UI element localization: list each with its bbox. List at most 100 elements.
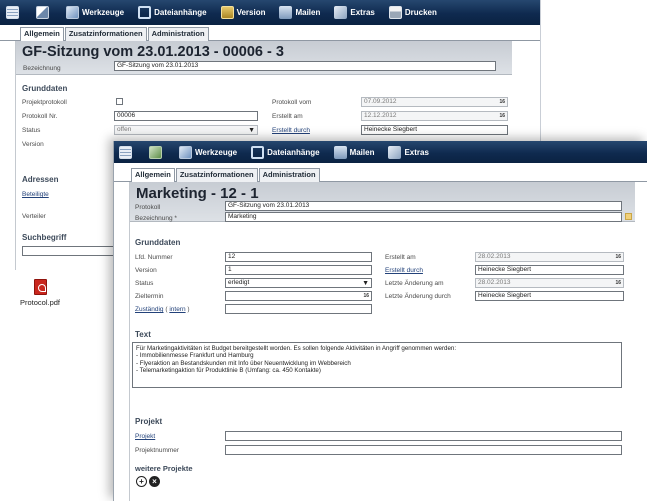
printer-icon	[388, 6, 402, 19]
status-label: Status	[135, 280, 154, 287]
protokoll-field[interactable]: GF-Sitzung vom 23.01.2013	[225, 201, 622, 211]
paperclip-icon	[138, 6, 152, 19]
list-icon	[119, 145, 132, 159]
version-field[interactable]: 1	[225, 265, 372, 275]
calendar-icon: 16	[615, 254, 621, 260]
attachment-file[interactable]: Protocol.pdf	[17, 279, 63, 307]
tab-allgemein[interactable]: Allgemein	[131, 168, 175, 183]
paperclip-icon	[251, 145, 265, 159]
letzte-aenderung-am-label: Letzte Änderung am	[385, 280, 444, 287]
projektnummer-field[interactable]	[225, 445, 622, 455]
protokoll-nr-field[interactable]: 00006	[114, 111, 258, 121]
toolbar: Werkzeuge Dateianhänge Version Mailen Ex…	[0, 0, 540, 25]
tab-bar: Allgemein Zusatzinformationen Administrati…	[0, 27, 540, 42]
calendar-icon: 16	[363, 293, 369, 299]
list-view-button[interactable]	[6, 6, 22, 19]
tools-icon	[179, 145, 192, 159]
suchbegriff-field[interactable]	[22, 246, 122, 256]
mail-menu[interactable]: Mailen	[333, 145, 374, 159]
status-select[interactable]: erledigt ▼	[225, 278, 372, 288]
erstellt-durch-field[interactable]: Heinecke Siegbert	[361, 125, 508, 135]
version-label: Version	[22, 141, 44, 148]
protokoll-vom-label: Protokoll vom	[272, 99, 312, 106]
tab-bar: Allgemein Zusatzinformationen Administrati…	[114, 168, 647, 183]
text-area[interactable]: Für Marketingaktivitäten ist Budget bere…	[132, 342, 622, 388]
attachments-menu[interactable]: Dateianhänge	[138, 6, 207, 19]
projektprotokoll-label: Projektprotokoll	[22, 99, 67, 106]
text-line: - Immobilienmesse Frankfurt und Hamburg	[136, 352, 254, 360]
print-button[interactable]: Drucken	[388, 6, 437, 19]
erstellt-durch-link[interactable]: Erstellt durch	[272, 127, 310, 134]
save-check-button[interactable]	[149, 145, 165, 159]
lfd-nummer-field[interactable]: 12	[225, 252, 372, 262]
form-header: Marketing - 12 - 1 Protokoll GF-Sitzung …	[130, 182, 635, 222]
calendar-icon: 16	[615, 280, 621, 286]
list-view-button[interactable]	[119, 145, 135, 159]
edit-button[interactable]	[36, 6, 52, 19]
form-header: GF-Sitzung vom 23.01.2013 - 00006 - 3 Be…	[16, 41, 512, 75]
calendar-icon: 16	[499, 113, 505, 119]
mail-menu[interactable]: Mailen	[279, 6, 320, 19]
protokoll-nr-label: Protokoll Nr.	[22, 113, 58, 120]
text-line: - Telemarketingaktion für Produktlinie B…	[136, 367, 321, 375]
version-menu[interactable]: Version	[220, 6, 265, 19]
bezeichnung-field[interactable]: GF-Sitzung vom 23.01.2013	[114, 61, 496, 71]
suchbegriff-heading: Suchbegriff	[22, 233, 67, 242]
lfd-nummer-label: Lfd. Nummer	[135, 254, 173, 261]
text-line: - Flyeraktion an Bestandskunden mit Info…	[136, 359, 351, 367]
toolbar: Werkzeuge Dateianhänge Mailen Extras	[114, 141, 647, 163]
chevron-down-icon: ▼	[362, 280, 369, 287]
bezeichnung-label: Bezeichnung	[23, 65, 61, 72]
erstellt-am-label: Erstellt am	[385, 254, 416, 261]
tools-menu[interactable]: Werkzeuge	[66, 6, 124, 19]
zustaendig-field[interactable]	[225, 304, 372, 314]
verteiler-label: Verteiler	[22, 213, 46, 220]
tab-zusatzinformationen[interactable]: Zusatzinformationen	[175, 168, 258, 182]
bezeichnung-label: Bezeichnung *	[135, 215, 177, 222]
zustaendig-link[interactable]: Zuständig	[135, 306, 164, 313]
letzte-aenderung-am-field[interactable]: 28.02.2013 16	[475, 278, 624, 288]
protokoll-vom-field[interactable]: 07.09.2012 16	[361, 97, 508, 107]
erstellt-durch-link[interactable]: Erstellt durch	[385, 267, 423, 274]
projektprotokoll-checkbox[interactable]	[116, 98, 123, 105]
bezeichnung-field[interactable]: Marketing	[225, 212, 622, 222]
status-label: Status	[22, 127, 41, 134]
tab-administration[interactable]: Administration	[147, 27, 209, 41]
remove-project-icon[interactable]: ×	[149, 476, 160, 487]
version-icon	[220, 6, 234, 19]
projekt-heading: Projekt	[135, 417, 163, 426]
letzte-aenderung-durch-field[interactable]: Heinecke Siegbert	[475, 291, 624, 301]
folder-icon[interactable]	[625, 213, 632, 220]
erstellt-am-field[interactable]: 12.12.2012 16	[361, 111, 508, 121]
file-name: Protocol.pdf	[19, 298, 61, 307]
text-heading: Text	[135, 330, 151, 339]
extras-icon	[388, 145, 402, 159]
projekt-field[interactable]	[225, 431, 622, 441]
weitere-projekte-heading: weitere Projekte	[135, 464, 193, 473]
extras-menu[interactable]: Extras	[388, 145, 429, 159]
chevron-down-icon: ▼	[248, 127, 255, 134]
tab-administration[interactable]: Administration	[258, 168, 320, 182]
text-line: Für Marketingaktivitäten ist Budget bere…	[136, 345, 457, 352]
task-window: Werkzeuge Dateianhänge Mailen Extras All…	[113, 141, 647, 501]
tools-menu[interactable]: Werkzeuge	[179, 145, 237, 159]
zieltermin-field[interactable]: 16	[225, 291, 372, 301]
erstellt-durch-field[interactable]: Heinecke Siegbert	[475, 265, 624, 275]
page-title: GF-Sitzung vom 23.01.2013 - 00006 - 3	[22, 44, 284, 60]
extras-menu[interactable]: Extras	[334, 6, 375, 19]
beteiligte-link[interactable]: Beteiligte	[22, 191, 49, 198]
erstellt-am-field[interactable]: 28.02.2013 16	[475, 252, 624, 262]
add-project-icon[interactable]: +	[136, 476, 147, 487]
status-value: erledigt	[228, 279, 250, 286]
tab-allgemein[interactable]: Allgemein	[20, 27, 64, 42]
page-title: Marketing - 12 - 1	[136, 185, 259, 202]
pdf-file-icon	[33, 279, 47, 295]
status-select[interactable]: offen ▼	[114, 125, 258, 135]
extras-icon	[334, 6, 348, 19]
projekt-link[interactable]: Projekt	[135, 433, 155, 440]
intern-link[interactable]: intern	[169, 306, 185, 313]
letzte-aenderung-durch-label: Letzte Änderung durch	[385, 293, 451, 300]
tab-zusatzinformationen[interactable]: Zusatzinformationen	[64, 27, 147, 41]
zustaendig-label: Zuständig ( intern )	[135, 306, 190, 313]
attachments-menu[interactable]: Dateianhänge	[251, 145, 320, 159]
